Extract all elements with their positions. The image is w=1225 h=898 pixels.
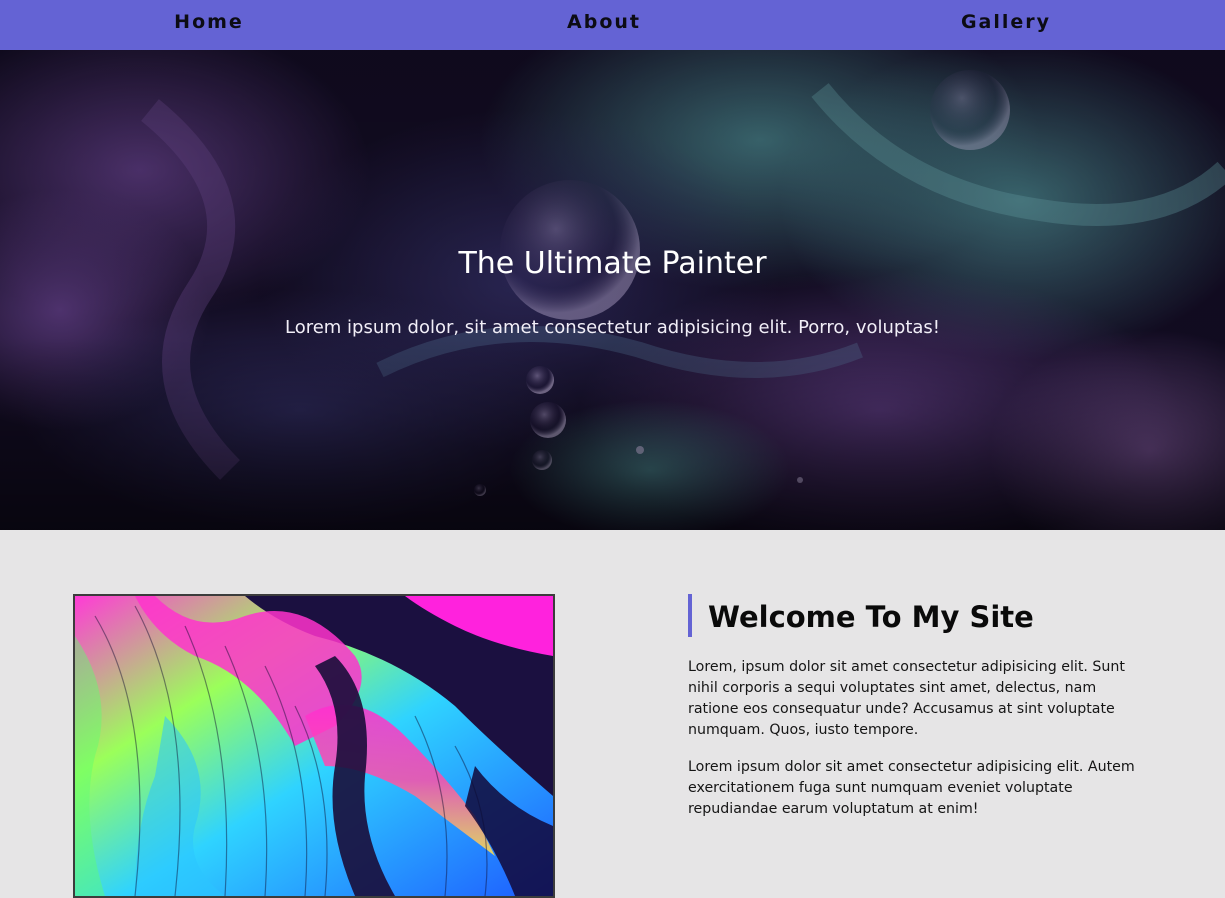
top-navigation: Home About Gallery bbox=[0, 0, 1225, 50]
hero-title: The Ultimate Painter bbox=[458, 246, 767, 281]
nav-link-home[interactable]: Home bbox=[109, 0, 309, 45]
abstract-painting-image bbox=[75, 596, 553, 896]
hero-background-image bbox=[0, 50, 1225, 530]
nav-link-about[interactable]: About bbox=[504, 0, 704, 45]
hero-subtitle: Lorem ipsum dolor, sit amet consectetur … bbox=[284, 317, 941, 338]
feature-artwork-image bbox=[73, 594, 555, 898]
hero-banner: The Ultimate Painter Lorem ipsum dolor, … bbox=[0, 50, 1225, 530]
welcome-paragraph-2: Lorem ipsum dolor sit amet consectetur a… bbox=[688, 759, 1135, 817]
welcome-paragraph-1: Lorem, ipsum dolor sit amet consectetur … bbox=[688, 659, 1125, 738]
welcome-section: Welcome To My Site Lorem, ipsum dolor si… bbox=[688, 594, 1148, 820]
nav-link-gallery[interactable]: Gallery bbox=[906, 0, 1106, 45]
welcome-heading: Welcome To My Site bbox=[688, 594, 1148, 637]
